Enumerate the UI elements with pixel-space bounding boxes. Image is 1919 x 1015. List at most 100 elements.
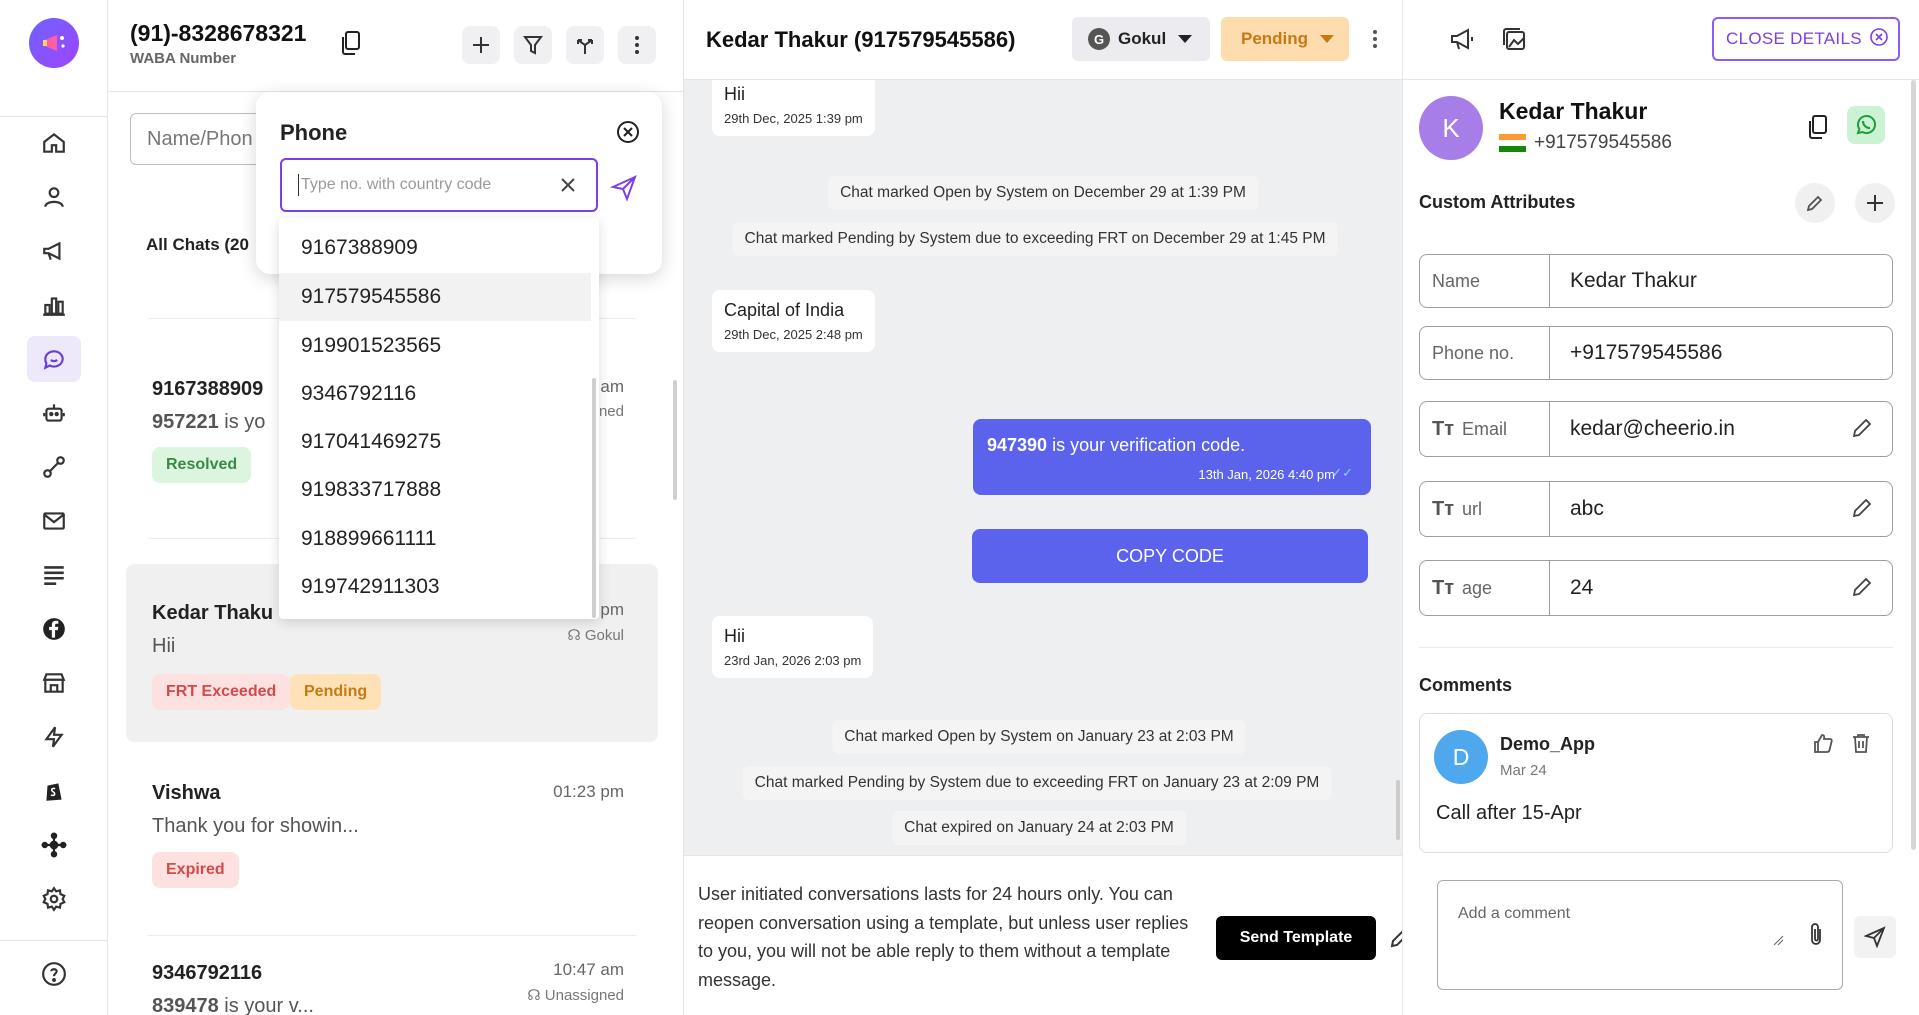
send-icon[interactable]	[609, 174, 638, 207]
chat-contact-name: Vishwa	[152, 782, 221, 804]
chat-time: am	[600, 377, 624, 396]
status-dropdown[interactable]: Pending	[1221, 17, 1349, 61]
chat-preview: 839478 is your v...	[152, 995, 314, 1015]
settings-icon[interactable]	[27, 876, 81, 922]
gallery-icon[interactable]	[1497, 22, 1533, 58]
phone-option[interactable]: 9346792116	[279, 370, 591, 418]
comment-date: Mar 24	[1500, 762, 1547, 779]
copy-icon[interactable]	[340, 30, 362, 61]
filter-icon[interactable]	[514, 26, 552, 64]
message-scrollbar[interactable]	[1396, 780, 1400, 840]
chat-conversation: Kedar Thakur (917579545586) G Gokul Pend…	[684, 0, 1410, 1015]
chat-time: 10:47 am	[553, 960, 624, 979]
attribute-row-phone: Phone no. +917579545586	[1419, 326, 1893, 380]
message-time: 13th Jan, 2026 4:40 pm	[1198, 467, 1335, 482]
phone-option[interactable]: 919742911303	[279, 563, 591, 611]
add-chat-button[interactable]	[462, 26, 500, 64]
pencil-icon[interactable]	[1850, 575, 1874, 605]
attribute-row-name: Name Kedar Thakur	[1419, 254, 1893, 308]
more-options-icon[interactable]	[1372, 28, 1378, 55]
add-attribute-button[interactable]	[1855, 183, 1895, 223]
attribute-row-email: Tт Email kedar@cheerio.in	[1419, 401, 1893, 457]
attribute-label: Tт Email	[1420, 402, 1550, 456]
email-icon[interactable]	[27, 498, 81, 544]
incoming-message: Capital of India 29th Dec, 2025 2:48 pm	[712, 290, 875, 352]
chat-list-scrollbar[interactable]	[673, 380, 677, 500]
facebook-icon[interactable]	[27, 606, 81, 652]
comment-author: Demo_App	[1500, 734, 1596, 754]
contact-name: Kedar Thakur	[1499, 98, 1648, 124]
read-receipt-icon: ✓✓	[1331, 465, 1353, 480]
contacts-icon[interactable]	[27, 174, 81, 220]
merge-icon[interactable]	[566, 26, 604, 64]
help-icon[interactable]	[27, 951, 81, 997]
shopify-icon[interactable]	[27, 768, 81, 814]
logo-icon[interactable]	[29, 18, 79, 68]
pencil-icon[interactable]	[1850, 496, 1874, 526]
clear-icon[interactable]	[558, 175, 578, 200]
divider	[148, 935, 636, 936]
add-comment-input[interactable]: Add a comment	[1437, 880, 1843, 990]
close-icon[interactable]	[616, 120, 640, 149]
chat-list-item[interactable]: 9346792116 839478 is your v... 10:47 am …	[126, 940, 658, 1015]
analytics-icon[interactable]	[27, 282, 81, 328]
attribute-row-age: Tт age 24	[1419, 560, 1893, 616]
trash-icon[interactable]	[1850, 732, 1872, 759]
chat-assignee: ☊ Unassigned	[527, 987, 624, 1004]
dropdown-scrollbar[interactable]	[592, 378, 596, 618]
phone-option[interactable]: 917041469275	[279, 418, 591, 466]
broadcast-icon[interactable]	[27, 228, 81, 274]
chats-icon[interactable]	[27, 336, 81, 382]
store-icon[interactable]	[27, 660, 81, 706]
broadcast-icon[interactable]	[1445, 22, 1481, 58]
phone-option[interactable]: 919833717888	[279, 466, 591, 514]
automation-icon[interactable]	[27, 714, 81, 760]
chat-preview: Hii	[152, 635, 176, 657]
message-text: Hii	[724, 626, 745, 646]
all-chats-filter[interactable]: All Chats (20	[146, 235, 249, 255]
edit-attributes-button[interactable]	[1795, 183, 1835, 223]
phone-option-highlighted[interactable]: 917579545586	[279, 273, 591, 321]
pencil-icon[interactable]	[1850, 416, 1874, 446]
resize-handle-icon[interactable]	[1772, 933, 1784, 951]
attribute-label: Tт url	[1420, 482, 1550, 536]
flows-icon[interactable]	[27, 444, 81, 490]
status-badge: Resolved	[152, 447, 252, 483]
send-comment-button[interactable]	[1854, 916, 1896, 958]
left-nav-rail	[0, 0, 108, 1015]
phone-option[interactable]: 9167388909	[279, 224, 591, 272]
attribute-value[interactable]: kedar@cheerio.in	[1550, 402, 1892, 456]
phone-option[interactable]: 918899661111	[279, 515, 591, 563]
attachment-icon[interactable]	[1808, 921, 1824, 952]
agent-icon: ☊	[567, 627, 585, 644]
whatsapp-icon[interactable]	[1847, 106, 1885, 144]
phone-suggestions-dropdown: 9167388909 917579545586 919901523565 934…	[279, 218, 599, 619]
thumbs-up-icon[interactable]	[1812, 732, 1834, 759]
comment-card: D Demo_App Mar 24 Call after 15-Apr	[1419, 713, 1893, 853]
more-options-icon[interactable]	[618, 26, 656, 64]
chat-list-item[interactable]: Vishwa Thank you for showin... 01:23 pm …	[126, 760, 658, 920]
bot-icon[interactable]	[27, 390, 81, 436]
chat-assignee: ned	[598, 403, 624, 420]
copy-code-button[interactable]: COPY CODE	[972, 529, 1368, 583]
phone-option[interactable]: 919901523565	[279, 322, 591, 370]
attribute-value[interactable]: 24	[1550, 561, 1892, 615]
integrations-icon[interactable]	[27, 822, 81, 868]
attribute-label: Tт age	[1420, 561, 1550, 615]
assign-agent-dropdown[interactable]: G Gokul	[1072, 17, 1210, 61]
incoming-message: Hii 29th Dec, 2025 1:39 pm	[712, 80, 875, 136]
templates-icon[interactable]	[27, 552, 81, 598]
system-message: Chat marked Open by System on January 23…	[832, 720, 1246, 754]
close-details-button[interactable]: CLOSE DETAILS	[1712, 17, 1900, 61]
home-icon[interactable]	[27, 120, 81, 166]
reply-window-note: User initiated conversations lasts for 2…	[698, 884, 1189, 990]
rail-divider-bottom	[0, 940, 108, 941]
attribute-row-url: Tт url abc	[1419, 481, 1893, 537]
system-message: Chat marked Pending by System due to exc…	[732, 222, 1338, 256]
system-message: Chat marked Pending by System due to exc…	[742, 766, 1332, 800]
attribute-value[interactable]: abc	[1550, 482, 1892, 536]
send-template-button[interactable]: Send Template	[1216, 916, 1376, 960]
phone-input[interactable]: Type no. with country code	[280, 158, 598, 212]
copy-icon[interactable]	[1807, 114, 1829, 145]
details-scrollbar[interactable]	[1911, 80, 1916, 850]
